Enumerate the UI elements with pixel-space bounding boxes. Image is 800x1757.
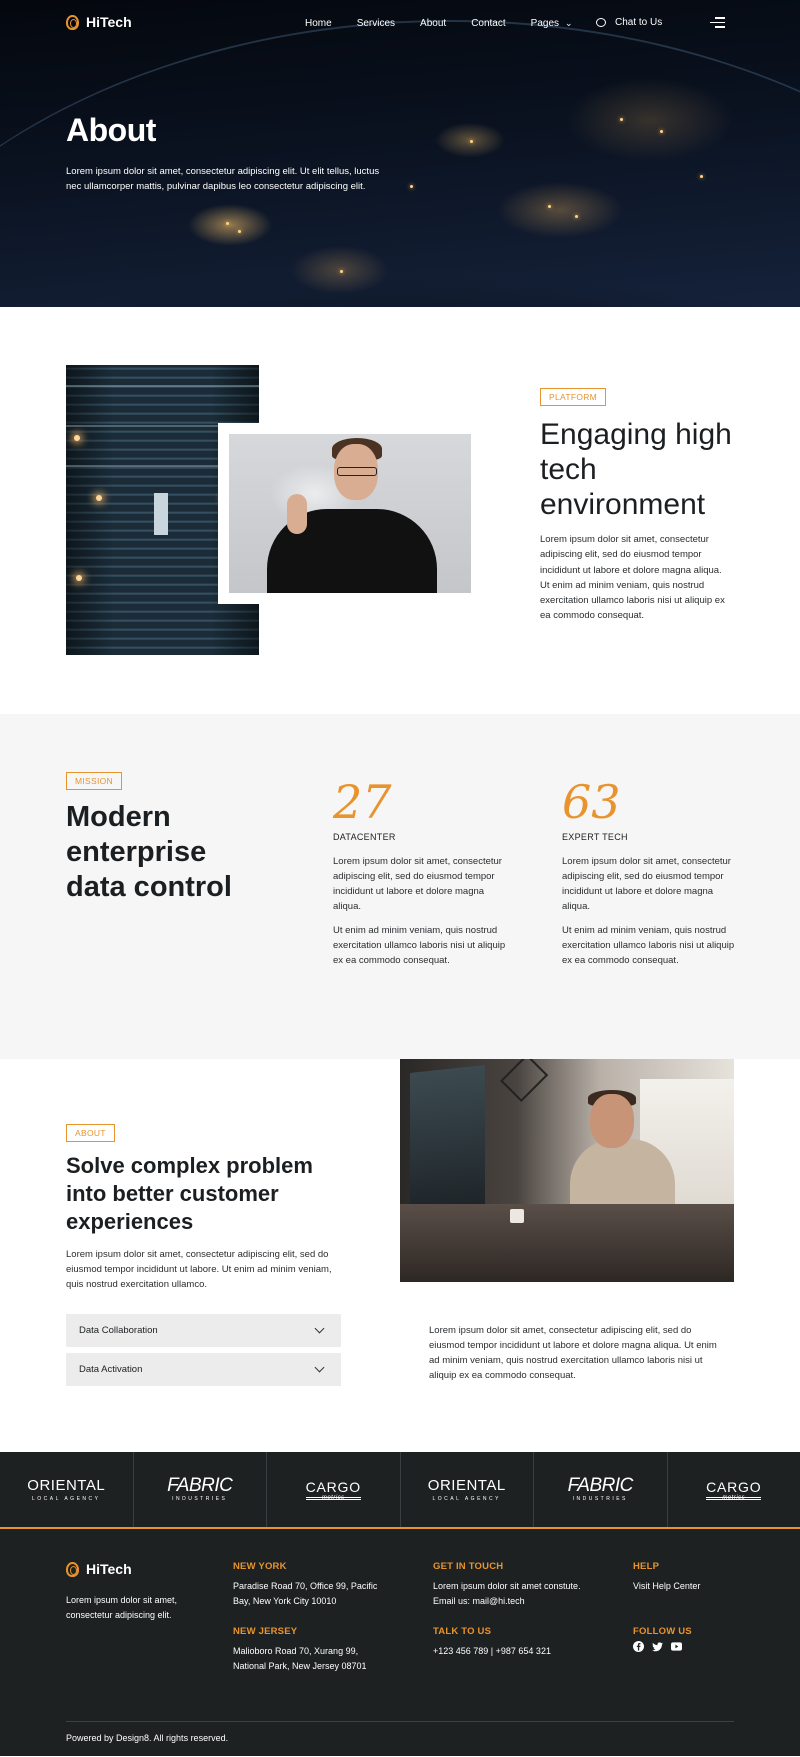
logo-name: ORIENTAL (27, 1476, 106, 1494)
chevron-down-icon: ⌄ (565, 18, 573, 28)
accordion-label: Data Activation (79, 1364, 143, 1375)
chat-label: Chat to Us (615, 17, 663, 28)
nav-pages[interactable]: Pages ⌄ (531, 18, 573, 29)
client-logo-fabric[interactable]: FABRIC INDUSTRIES (134, 1452, 267, 1527)
stat-label: EXPERT TECH (562, 832, 628, 842)
client-logo-cargo[interactable]: CARGO metrics (267, 1452, 401, 1527)
stat-text: Ut enim ad minim veniam, quis nostrud ex… (333, 925, 506, 966)
footer-address-new-york: Paradise Road 70, Office 99, Pacific Bay… (233, 1581, 378, 1606)
footer-heading-new-jersey: NEW JERSEY (233, 1626, 298, 1637)
footer-tagline: Lorem ipsum dolor sit amet, consectetur … (66, 1595, 178, 1620)
fingerprint-icon (66, 14, 79, 30)
social-links (633, 1641, 682, 1652)
chat-button[interactable]: Chat to Us (596, 17, 662, 28)
nav-about[interactable]: About (420, 18, 446, 29)
logo-sub: metrics (706, 1495, 762, 1501)
man-with-phone-image (400, 1059, 734, 1282)
platform-text: Lorem ipsum dolor sit amet, consectetur … (540, 534, 725, 622)
facebook-icon[interactable] (633, 1641, 644, 1652)
city-light (548, 205, 551, 208)
city-light (660, 130, 663, 133)
city-light (340, 270, 343, 273)
about-text: Lorem ipsum dolor sit amet, consectetur … (66, 1249, 332, 1290)
footer-heading-new-york: NEW YORK (233, 1561, 287, 1572)
logo-sub: LOCAL AGENCY (32, 1495, 101, 1502)
stat-datacenter: 27 DATACENTER Lorem ipsum dolor sit amet… (333, 778, 513, 968)
city-light (700, 175, 703, 178)
about-heading: Solve complex problem into better custom… (66, 1153, 313, 1234)
platform-tag: PLATFORM (540, 388, 607, 406)
footer-heading-talk-to-us: TALK TO US (433, 1626, 492, 1637)
stat-text: Lorem ipsum dolor sit amet, consectetur … (333, 856, 502, 912)
logo-name: CARGO (706, 1479, 762, 1495)
about-secondary-text: Lorem ipsum dolor sit amet, consectetur … (429, 1325, 717, 1381)
main-nav: Home Services About Contact Pages ⌄ (305, 18, 573, 29)
city-light (226, 222, 229, 225)
city-light (238, 230, 241, 233)
stat-text: Ut enim ad minim veniam, quis nostrud ex… (562, 925, 735, 966)
footer-contact-email[interactable]: Lorem ipsum dolor sit amet constute. Ema… (433, 1579, 583, 1609)
man-touchscreen-image (218, 423, 482, 604)
city-light (620, 118, 623, 121)
logo-name: CARGO (305, 1479, 361, 1495)
logo-sub: LOCAL AGENCY (432, 1495, 501, 1502)
client-logo-cargo[interactable]: CARGO metrics (668, 1452, 800, 1527)
footer-divider (66, 1721, 734, 1722)
footer-phone-numbers[interactable]: +123 456 789 | +987 654 321 (433, 1644, 551, 1659)
client-logos-strip: ORIENTAL LOCAL AGENCY FABRIC INDUSTRIES … (0, 1452, 800, 1529)
brand-name: HiTech (86, 14, 132, 30)
site-footer: HiTech Lorem ipsum dolor sit amet, conse… (0, 1529, 800, 1756)
fingerprint-icon (66, 1561, 79, 1577)
client-logo-oriental[interactable]: ORIENTAL LOCAL AGENCY (0, 1452, 134, 1527)
mission-tag: MISSION (66, 772, 122, 790)
mission-section: MISSION Modern enterprise data control 2… (0, 714, 800, 1059)
about-tag: ABOUT (66, 1124, 115, 1142)
logo-sub: INDUSTRIES (172, 1495, 228, 1502)
footer-heading-help: HELP (633, 1561, 660, 1572)
youtube-icon[interactable] (671, 1641, 682, 1652)
logo-name: FABRIC (567, 1474, 634, 1496)
stat-number: 27 (333, 775, 392, 829)
mission-heading: Modern enterprise data control (66, 801, 232, 903)
accordion-data-activation[interactable]: Data Activation (66, 1353, 341, 1386)
brand-logo-link[interactable]: HiTech (66, 14, 132, 30)
hero-section: HiTech Home Services About Contact Pages… (0, 0, 800, 307)
hero-text: Lorem ipsum dolor sit amet, consectetur … (66, 166, 380, 192)
chevron-down-icon (314, 1323, 325, 1334)
footer-address-new-jersey: Malioboro Road 70, Xurang 99, National P… (233, 1646, 367, 1671)
help-center-link[interactable]: Visit Help Center (633, 1579, 700, 1594)
city-light (575, 215, 578, 218)
client-logo-fabric[interactable]: FABRIC INDUSTRIES (534, 1452, 668, 1527)
stat-text: Lorem ipsum dolor sit amet, consectetur … (562, 856, 731, 912)
footer-heading-get-in-touch: GET IN TOUCH (433, 1561, 504, 1572)
copyright-text: Powered by Design8. All rights reserved. (66, 1733, 229, 1743)
footer-heading-follow-us: FOLLOW US (633, 1626, 692, 1637)
stat-number: 63 (562, 775, 621, 829)
platform-section: PLATFORM Engaging high tech environment … (0, 307, 800, 714)
chat-bubble-icon (596, 18, 606, 27)
nav-contact[interactable]: Contact (471, 18, 505, 29)
about-section: ABOUT Solve complex problem into better … (0, 1059, 800, 1452)
stat-expert-tech: 63 EXPERT TECH Lorem ipsum dolor sit ame… (562, 778, 742, 968)
page-title: About (66, 112, 156, 148)
nav-home[interactable]: Home (305, 18, 332, 29)
nav-services[interactable]: Services (357, 18, 395, 29)
client-logo-oriental[interactable]: ORIENTAL LOCAL AGENCY (401, 1452, 534, 1527)
logo-name: ORIENTAL (427, 1476, 506, 1494)
platform-heading: Engaging high tech environment (540, 418, 732, 521)
city-light (410, 185, 413, 188)
hamburger-menu-icon[interactable] (710, 17, 725, 28)
stat-label: DATACENTER (333, 832, 396, 842)
logo-sub: metrics (305, 1495, 361, 1501)
twitter-icon[interactable] (652, 1641, 663, 1652)
nav-pages-label: Pages (530, 18, 560, 29)
brand-name: HiTech (86, 1561, 132, 1577)
chevron-down-icon (314, 1362, 325, 1373)
accordion-label: Data Collaboration (79, 1325, 158, 1336)
logo-sub: INDUSTRIES (572, 1495, 628, 1502)
footer-brand[interactable]: HiTech (66, 1561, 132, 1577)
accordion-data-collaboration[interactable]: Data Collaboration (66, 1314, 341, 1347)
logo-name: FABRIC (167, 1474, 233, 1496)
city-light (470, 140, 473, 143)
